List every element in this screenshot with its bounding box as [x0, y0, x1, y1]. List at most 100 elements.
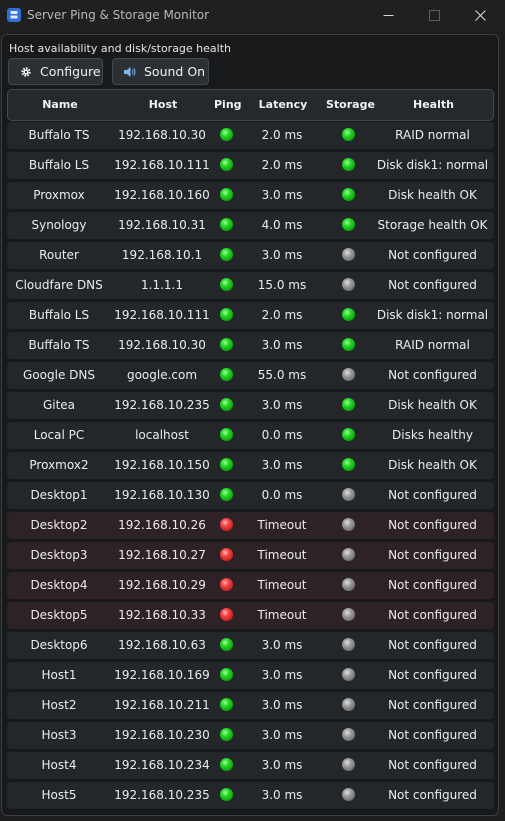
latency-value: Timeout	[257, 578, 307, 592]
table-row[interactable]: Buffalo LS 192.168.10.111 2.0 ms Disk disk1…	[7, 152, 494, 179]
table-row[interactable]: Gitea 192.168.10.235 3.0 ms Disk health OK	[7, 392, 494, 419]
storage-status-dot	[341, 578, 355, 591]
health-status: Not configured	[388, 638, 477, 652]
host-name: Desktop2	[30, 518, 88, 532]
ping-status-cell	[213, 332, 239, 359]
table-row[interactable]: Host5 192.168.10.235 3.0 ms Not configured	[7, 782, 494, 809]
storage-status-dot	[341, 758, 355, 771]
storage-status-cell	[325, 632, 371, 659]
column-header-latency[interactable]: Latency	[240, 90, 326, 120]
latency-value: 2.0 ms	[261, 308, 303, 322]
ping-status-dot	[219, 458, 233, 471]
storage-status-cell	[325, 242, 371, 269]
ping-status-dot	[219, 668, 233, 681]
storage-status-cell	[325, 602, 371, 629]
table-row[interactable]: Desktop6 192.168.10.63 3.0 ms Not configure…	[7, 632, 494, 659]
table-row[interactable]: Desktop5 192.168.10.33 Timeout Not configur…	[7, 602, 494, 629]
ping-status-cell	[213, 782, 239, 809]
table-row[interactable]: Host2 192.168.10.211 3.0 ms Not configured	[7, 692, 494, 719]
host-address: 192.168.10.211	[114, 698, 210, 712]
health-status: Not configured	[388, 788, 477, 802]
storage-status-cell	[325, 272, 371, 299]
table-row[interactable]: Host1 192.168.10.169 3.0 ms Not configured	[7, 662, 494, 689]
ping-status-cell	[213, 152, 239, 179]
ping-status-cell	[213, 392, 239, 419]
host-name: Gitea	[42, 398, 76, 412]
host-name: Router	[39, 248, 79, 262]
health-status: RAID normal	[395, 128, 470, 142]
table-header: Name Host Ping Latency Storage Health	[7, 89, 494, 121]
title-bar[interactable]: Server Ping & Storage Monitor	[0, 0, 505, 30]
latency-value: 3.0 ms	[261, 188, 303, 202]
host-name: Host3	[41, 728, 77, 742]
ping-status-cell	[213, 632, 239, 659]
host-name: Desktop4	[30, 578, 88, 592]
table-row[interactable]: Proxmox2 192.168.10.150 3.0 ms Disk health …	[7, 452, 494, 479]
table-row[interactable]: Desktop2 192.168.10.26 Timeout Not configur…	[7, 512, 494, 539]
host-address: 192.168.10.30	[118, 128, 206, 142]
health-status: Not configured	[388, 278, 477, 292]
health-status: Not configured	[388, 518, 477, 532]
table-row[interactable]: Desktop4 192.168.10.29 Timeout Not configur…	[7, 572, 494, 599]
ping-status-cell	[213, 662, 239, 689]
ping-status-cell	[213, 692, 239, 719]
minimize-icon[interactable]	[365, 0, 411, 30]
storage-status-dot	[341, 398, 355, 411]
table-row[interactable]: Host3 192.168.10.230 3.0 ms Not configured	[7, 722, 494, 749]
column-header-host[interactable]: Host	[112, 90, 214, 120]
storage-status-dot	[341, 158, 355, 171]
table-row[interactable]: Synology 192.168.10.31 4.0 ms Storage healt…	[7, 212, 494, 239]
health-status: Not configured	[388, 698, 477, 712]
configure-button[interactable]: Configure	[8, 58, 103, 85]
health-status: Disk disk1: normal	[376, 308, 489, 322]
table-row[interactable]: Buffalo TS 192.168.10.30 3.0 ms RAID normal	[7, 332, 494, 359]
column-header-storage[interactable]: Storage	[326, 90, 375, 120]
storage-status-cell	[325, 482, 371, 509]
sound-label: Sound On	[144, 64, 206, 79]
ping-status-dot	[219, 128, 233, 141]
host-name: Proxmox2	[29, 458, 89, 472]
host-address: google.com	[126, 368, 198, 382]
app-icon	[7, 8, 21, 22]
host-name: Local PC	[33, 428, 85, 442]
host-name: Host1	[41, 668, 77, 682]
window-title: Server Ping & Storage Monitor	[27, 8, 210, 22]
table-row[interactable]: Google DNS google.com 55.0 ms Not configure…	[7, 362, 494, 389]
column-header-ping[interactable]: Ping	[214, 90, 242, 120]
host-name: Desktop5	[30, 608, 88, 622]
column-header-health[interactable]: Health	[372, 90, 495, 120]
storage-status-dot	[341, 548, 355, 561]
table-row[interactable]: Cloudfare DNS 1.1.1.1 15.0 ms Not configure…	[7, 272, 494, 299]
latency-value: 15.0 ms	[257, 278, 307, 292]
table-row[interactable]: Desktop1 192.168.10.130 0.0 ms Not configur…	[7, 482, 494, 509]
ping-status-cell	[213, 602, 239, 629]
maximize-icon[interactable]	[411, 0, 457, 30]
storage-status-dot	[341, 368, 355, 381]
ping-status-dot	[219, 608, 233, 621]
table-row[interactable]: Router 192.168.10.1 3.0 ms Not configured	[7, 242, 494, 269]
latency-value: 0.0 ms	[261, 428, 303, 442]
storage-status-cell	[325, 182, 371, 209]
table-row[interactable]: Proxmox 192.168.10.160 3.0 ms Disk health O…	[7, 182, 494, 209]
host-address: 192.168.10.130	[114, 488, 210, 502]
ping-status-cell	[213, 482, 239, 509]
latency-value: 2.0 ms	[261, 128, 303, 142]
health-status: RAID normal	[395, 338, 470, 352]
storage-status-cell	[325, 122, 371, 149]
ping-status-cell	[213, 512, 239, 539]
host-name: Buffalo LS	[28, 158, 90, 172]
storage-status-cell	[325, 692, 371, 719]
table-row[interactable]: Buffalo LS 192.168.10.111 2.0 ms Disk disk1…	[7, 302, 494, 329]
configure-label: Configure	[40, 64, 101, 79]
health-status: Not configured	[388, 758, 477, 772]
table-row[interactable]: Buffalo TS 192.168.10.30 2.0 ms RAID normal	[7, 122, 494, 149]
ping-status-dot	[219, 548, 233, 561]
health-status: Disk health OK	[388, 398, 477, 412]
table-row[interactable]: Local PC localhost 0.0 ms Disks healthy	[7, 422, 494, 449]
table-row[interactable]: Desktop3 192.168.10.27 Timeout Not configur…	[7, 542, 494, 569]
table-row[interactable]: Host4 192.168.10.234 3.0 ms Not configured	[7, 752, 494, 779]
sound-toggle-button[interactable]: Sound On	[112, 58, 209, 85]
column-header-name[interactable]: Name	[8, 90, 112, 120]
close-icon[interactable]	[457, 0, 503, 30]
ping-status-dot	[219, 308, 233, 321]
